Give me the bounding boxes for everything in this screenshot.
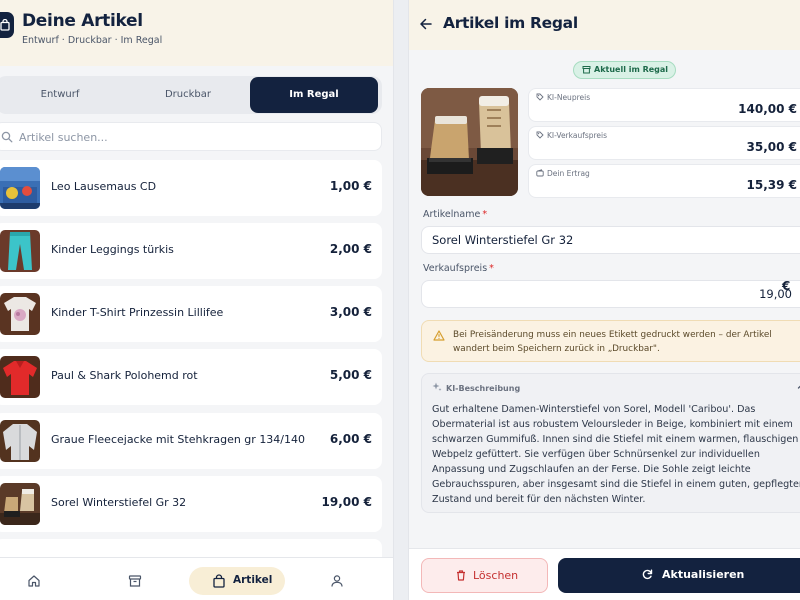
item-thumbnail [0,167,40,209]
item-price: 1,00 € [329,179,372,193]
item-name: Paul & Shark Polohemd rot [51,369,198,382]
artikelname-input[interactable] [421,226,800,254]
ki-verkaufspreis-card: KI-Verkaufspreis 35,00 € [528,126,800,160]
ki-neupreis-value: 140,00 € [738,102,797,116]
warning-text: Bei Preisänderung muss ein neues Etikett… [453,330,772,354]
item-name: Leo Lausemaus CD [51,180,157,193]
user-icon [331,575,343,587]
refresh-icon [642,569,653,580]
update-button-label: Aktualisieren [662,568,745,581]
delete-button[interactable]: Löschen [421,558,548,593]
archive-box-icon [128,575,142,587]
ki-verkaufspreis-value: 35,00 € [746,140,797,154]
page-title: Deine Artikel [22,11,143,31]
item-price: 6,00 € [329,432,372,446]
status-badge-label: Aktuell im Regal [594,65,669,74]
verkaufspreis-label: Verkaufspreis * [423,263,494,274]
list-item[interactable]: Sorel Winterstiefel Gr 32 19,00 € [0,476,382,532]
ertrag-card: Dein Ertrag 15,39 € [528,164,800,198]
back-arrow-icon[interactable] [419,17,433,31]
tab-im-regal[interactable]: Im Regal [250,77,378,113]
tab-entwurf[interactable]: Entwurf [0,77,124,113]
item-name: Sorel Winterstiefel Gr 32 [51,496,187,509]
item-thumbnail [0,293,40,335]
update-button[interactable]: Aktualisieren [558,558,800,593]
ertrag-label: Dein Ertrag [547,169,590,178]
ki-verkaufspreis-label: KI-Verkaufspreis [547,131,608,140]
list-header: Deine Artikel Entwurf · Druckbar · Im Re… [0,0,393,66]
nav-artikel-label: Artikel [233,574,273,586]
ki-description-text: Gut erhaltene Damen-Winterstiefel von So… [432,404,800,505]
item-thumbnail [0,356,40,398]
ki-neupreis-label: KI-Neupreis [547,93,591,102]
detail-header: Artikel im Regal [409,0,800,50]
item-name: Kinder T-Shirt Prinzessin Lillifee [51,306,224,319]
currency-symbol: € [782,279,791,293]
artikelname-label: Artikelname * [423,209,488,220]
ki-description-label: KI-Beschreibung [446,384,521,393]
verkaufspreis-input[interactable] [421,280,800,308]
warning-icon [433,330,445,341]
shopping-bag-icon [213,574,225,588]
search-bar [0,122,382,151]
home-icon [28,575,40,587]
nav-home-button[interactable] [20,567,48,595]
article-detail-panel: Artikel im Regal Aktuell im Regal KI-Neu… [408,0,800,600]
ki-neupreis-card: KI-Neupreis 140,00 € [528,88,800,122]
archive-box-icon [582,66,591,74]
delete-button-label: Löschen [473,569,519,582]
app-logo [0,12,14,38]
status-tabs: Entwurf Druckbar Im Regal [0,76,382,114]
ki-description-card: KI-Beschreibung Gut erhaltene Damen-Wint… [421,373,800,513]
tag-icon [536,131,544,139]
bottom-navigation: Artikel [0,557,393,600]
item-price: 5,00 € [329,368,372,382]
ertrag-value: 15,39 € [746,178,797,192]
item-price: 19,00 € [321,495,372,509]
list-item[interactable]: Leo Lausemaus CD 1,00 € [0,160,382,216]
status-badge: Aktuell im Regal [573,61,677,79]
article-photo[interactable] [421,88,518,196]
item-thumbnail [0,230,40,272]
action-footer: Löschen Aktualisieren [409,548,800,600]
price-change-warning: Bei Preisänderung muss ein neues Etikett… [421,320,800,362]
trash-icon [457,570,465,581]
shopping-bag-icon [0,19,10,31]
tab-druckbar[interactable]: Druckbar [124,77,252,113]
wallet-icon [536,169,544,177]
item-name: Kinder Leggings türkis [51,243,174,256]
list-item[interactable]: Kinder T-Shirt Prinzessin Lillifee 3,00 … [0,286,382,342]
item-price: 2,00 € [329,242,372,256]
search-icon [1,131,13,143]
item-thumbnail [0,483,40,525]
nav-artikel-button[interactable]: Artikel [189,567,285,595]
sparkle-icon [432,382,442,391]
nav-archive-button[interactable] [121,567,149,595]
page-subtitle: Entwurf · Druckbar · Im Regal [22,35,163,46]
item-price: 3,00 € [329,305,372,319]
item-name: Graue Fleecejacke mit Stehkragen gr 134/… [51,433,306,446]
item-thumbnail [0,420,40,462]
list-item[interactable]: Paul & Shark Polohemd rot 5,00 € [0,349,382,405]
list-item[interactable]: Graue Fleecejacke mit Stehkragen gr 134/… [0,413,382,469]
search-input[interactable] [19,127,359,147]
list-item[interactable]: Kinder Leggings türkis 2,00 € [0,223,382,279]
detail-title: Artikel im Regal [443,14,578,32]
required-mark: * [489,263,494,274]
nav-profile-button[interactable] [323,567,351,595]
required-mark: * [482,209,488,220]
tag-icon [536,93,544,101]
article-list-panel: Deine Artikel Entwurf · Druckbar · Im Re… [0,0,394,600]
